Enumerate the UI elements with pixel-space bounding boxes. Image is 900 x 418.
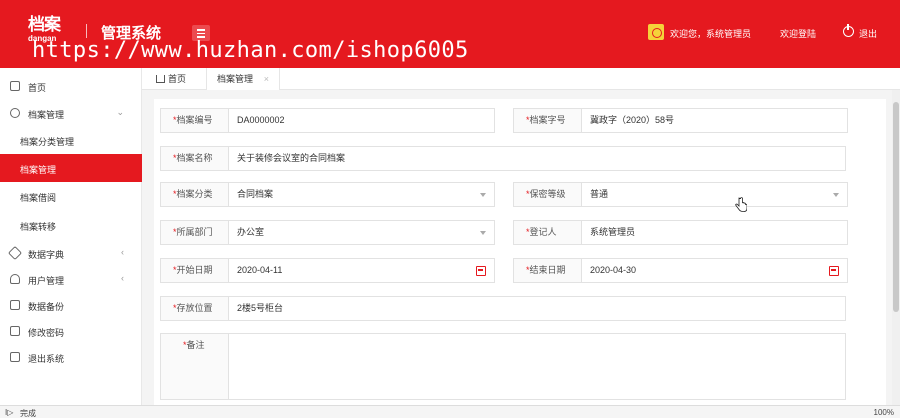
user-avatar-icon [648,24,664,40]
watermark-url: https://www.huzhan.com/ishop6005 [32,38,469,63]
chevron-down-icon [833,193,839,197]
sidebar-item-label: 数据字典 [28,250,65,260]
location-input[interactable]: 2楼5号柜台 [237,297,283,320]
field-label: 档案名称 [176,153,213,163]
start-date-input[interactable]: 2020-04-11 [237,259,282,282]
sidebar-item-archive-management[interactable]: 档案管理 ⌄ [0,99,142,127]
main-content: *档案编号 DA0000002 *档案字号 冀政字（2020）58号 *档案名称… [142,90,892,405]
sidebar-item-label: 档案分类管理 [20,137,75,147]
top-header: 档案 dangan 管理系统 https://www.huzhan.com/is… [0,0,900,68]
calendar-icon[interactable] [476,266,486,276]
user-icon [10,274,20,284]
field-label: 档案编号 [176,115,213,125]
chevron-down-icon: ⌄ [116,107,124,117]
sidebar-item-archive-category[interactable]: 档案分类管理 [0,126,142,154]
remark-field: *备注 [160,333,846,400]
field-label: 备注 [186,340,205,350]
field-label: 开始日期 [176,265,213,275]
sidebar-item-label: 退出系统 [28,354,65,364]
archive-form: *档案编号 DA0000002 *档案字号 冀政字（2020）58号 *档案名称… [154,99,886,405]
field-label: 登记人 [529,227,557,237]
sidebar-item-label: 档案管理 [28,110,65,120]
field-label: 存放位置 [176,303,213,313]
browser-status-bar: I▷ 完成 100% [0,405,900,418]
home-icon [156,75,165,83]
start-date-field: *开始日期 2020-04-11 [160,258,495,283]
tab-label: 档案管理 [217,74,254,84]
mouse-cursor-icon [735,197,747,212]
archive-word-field: *档案字号 冀政字（2020）58号 [513,108,848,133]
registrant-field: *登记人 系统管理员 [513,220,848,245]
sidebar-item-label: 用户管理 [28,276,65,286]
category-select[interactable]: 合同档案 [237,183,273,206]
page-icon: I▷ [5,408,14,417]
sidebar-item-user-management[interactable]: 用户管理 ‹ [0,265,142,293]
sidebar-item-label: 修改密码 [28,328,65,338]
chevron-left-icon: ‹ [121,247,124,257]
logout-link[interactable]: 退出 [859,27,877,40]
calendar-icon[interactable] [829,266,839,276]
tab-archive-management[interactable]: 档案管理 × [206,68,280,90]
field-label: 档案字号 [529,115,566,125]
sidebar-item-label: 首页 [28,83,47,93]
archive-name-field: *档案名称 关于装修会议室的合同档案 [160,146,846,171]
location-field: *存放位置 2楼5号柜台 [160,296,846,321]
tab-bar: 首页 档案管理 × [142,68,900,90]
sidebar: 首页 档案管理 ⌄ 档案分类管理 档案管理 档案借阅 档案转移 数据字典 ‹ 用… [0,68,142,405]
sidebar-item-archive-borrow[interactable]: 档案借阅 [0,182,142,210]
archive-no-field: *档案编号 DA0000002 [160,108,495,133]
backup-icon [10,300,20,310]
status-text: 完成 [20,409,36,418]
zoom-level[interactable]: 100% [874,408,894,417]
chevron-left-icon: ‹ [121,273,124,283]
sidebar-item-change-password[interactable]: 修改密码 [0,317,142,345]
sidebar-item-label: 档案管理 [20,165,57,175]
scrollbar[interactable] [892,90,900,405]
department-field: *所属部门 办公室 [160,220,495,245]
secret-level-field: *保密等级 普通 [513,182,848,207]
sidebar-item-data-backup[interactable]: 数据备份 [0,291,142,319]
tab-label: 首页 [168,74,187,84]
tab-home[interactable]: 首页 [156,68,186,90]
sidebar-item-archive-transfer[interactable]: 档案转移 [0,211,142,239]
sidebar-item-label: 档案转移 [20,222,57,232]
tag-icon [7,245,23,261]
end-date-field: *结束日期 2020-04-30 [513,258,848,283]
sidebar-item-data-dictionary[interactable]: 数据字典 ‹ [0,239,142,267]
password-icon [10,326,20,336]
field-label: 结束日期 [529,265,566,275]
field-label: 所属部门 [176,227,213,237]
category-field: *档案分类 合同档案 [160,182,495,207]
end-date-input[interactable]: 2020-04-30 [590,259,636,282]
header-divider [86,24,87,38]
close-icon[interactable]: × [264,68,269,90]
logo-text: 档案 [28,15,61,35]
scroll-thumb[interactable] [893,102,899,312]
chevron-down-icon [480,193,486,197]
department-select[interactable]: 办公室 [237,221,264,244]
exit-icon [10,352,20,362]
home-icon [10,81,20,91]
sidebar-item-label: 数据备份 [28,302,65,312]
sidebar-item-home[interactable]: 首页 [0,72,142,100]
sidebar-item-label: 档案借阅 [20,193,57,203]
field-label: 档案分类 [176,189,213,199]
relogin-link[interactable]: 欢迎登陆 [780,27,816,40]
registrant-input[interactable]: 系统管理员 [590,221,635,244]
key-icon [10,108,20,118]
field-label: 保密等级 [529,189,566,199]
power-icon[interactable] [843,24,854,37]
welcome-text: 欢迎您，系统管理员 [670,29,752,39]
archive-no-input[interactable]: DA0000002 [237,109,285,132]
archive-name-input[interactable]: 关于装修会议室的合同档案 [237,147,345,170]
sidebar-item-exit[interactable]: 退出系统 [0,343,142,371]
sidebar-item-archive-manage[interactable]: 档案管理 [0,154,142,182]
archive-word-input[interactable]: 冀政字（2020）58号 [590,109,674,132]
chevron-down-icon [480,231,486,235]
secret-level-select[interactable]: 普通 [590,183,608,206]
